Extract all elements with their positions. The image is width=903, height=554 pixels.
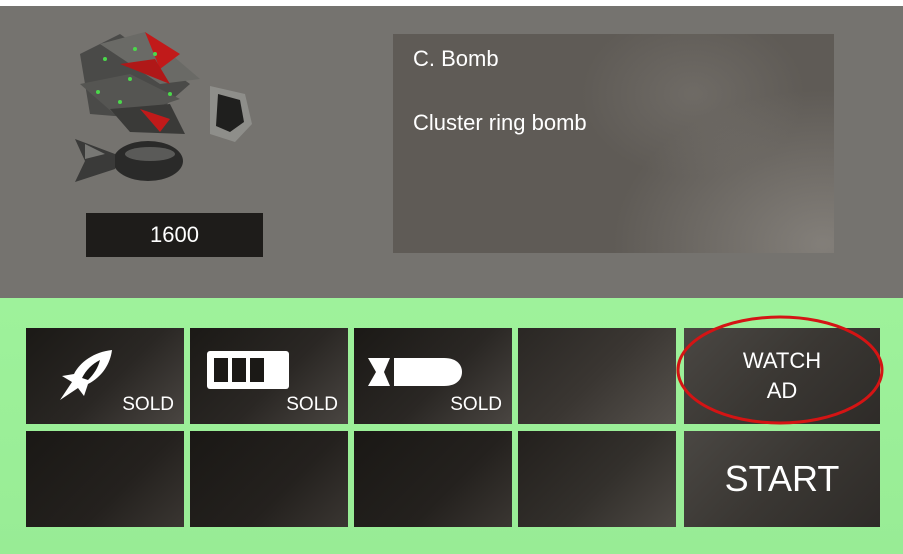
sold-label: SOLD	[286, 394, 338, 415]
shop-slot-bomb[interactable]: SOLD	[354, 328, 512, 424]
price-display: 1600	[86, 213, 263, 257]
watch-ad-label: WATCH AD	[742, 348, 822, 403]
shop-slot-empty[interactable]	[354, 431, 512, 527]
shop-slot-empty[interactable]	[518, 431, 676, 527]
rocket-flame-icon	[60, 350, 112, 400]
shop-slot-empty[interactable]	[190, 431, 348, 527]
sold-label: SOLD	[122, 394, 174, 415]
item-name: C. Bomb	[413, 46, 499, 71]
battery-icon	[207, 351, 289, 389]
item-description: Cluster ring bomb	[413, 110, 587, 135]
item-description-panel: C. Bomb Cluster ring bomb	[393, 34, 834, 253]
item-info-panel: 1600 C. Bomb Cluster ring bomb	[0, 6, 903, 298]
spaceship-preview-image	[75, 32, 252, 182]
shop-slot-empty[interactable]	[518, 328, 676, 424]
start-label: START	[724, 458, 840, 499]
sold-label: SOLD	[450, 394, 502, 415]
shop-slot-rocket[interactable]: SOLD	[26, 328, 184, 424]
start-button[interactable]: START	[684, 431, 880, 527]
bomb-icon	[368, 358, 462, 386]
watch-ad-button[interactable]: WATCH AD	[684, 328, 880, 424]
shop-slot-battery[interactable]: SOLD	[190, 328, 348, 424]
shop-slot-empty[interactable]	[26, 431, 184, 527]
